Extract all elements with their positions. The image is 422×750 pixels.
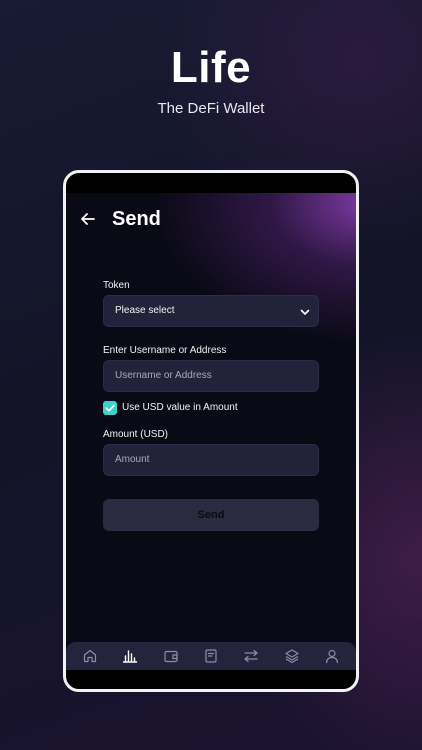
swap-icon <box>244 649 258 663</box>
token-label: Token <box>103 280 130 291</box>
brand-title: Life <box>170 43 252 92</box>
recipient-field <box>103 360 319 392</box>
page-title: Send <box>112 208 161 230</box>
user-icon <box>325 649 338 664</box>
amount-label: Amount (USD) <box>103 429 169 440</box>
tab-swap[interactable] <box>240 645 262 667</box>
checkmark-icon <box>105 404 115 412</box>
recipient-input[interactable] <box>115 370 305 381</box>
tab-profile[interactable] <box>321 645 343 667</box>
phone-frame: Send Token Please select Enter Username … <box>63 170 359 692</box>
chart-bars-icon <box>123 650 138 663</box>
arrow-left-icon <box>81 213 95 225</box>
brand-subtitle: The DeFi Wallet <box>157 100 265 117</box>
home-icon <box>84 649 97 663</box>
tab-wallet[interactable] <box>160 645 182 667</box>
back-button[interactable] <box>78 209 98 229</box>
token-select-value: Please select <box>115 305 175 316</box>
layers-icon <box>284 649 299 664</box>
wallet-icon <box>164 650 178 663</box>
recipient-label: Enter Username or Address <box>103 345 227 356</box>
header: Send <box>66 205 356 233</box>
tab-home[interactable] <box>79 645 101 667</box>
amount-input[interactable] <box>115 454 305 465</box>
document-icon <box>205 649 217 663</box>
tab-layers[interactable] <box>281 645 303 667</box>
usd-checkbox-label: Use USD value in Amount <box>122 402 238 413</box>
tab-markets[interactable] <box>119 645 141 667</box>
bottom-tab-bar <box>66 642 356 670</box>
send-button[interactable]: Send <box>103 499 319 531</box>
brand-block: Life The DeFi Wallet <box>0 43 422 118</box>
usd-checkbox[interactable] <box>103 401 117 415</box>
token-select[interactable]: Please select <box>103 295 319 327</box>
amount-field <box>103 444 319 476</box>
chevron-down-icon <box>300 309 310 315</box>
send-screen: Send Token Please select Enter Username … <box>66 193 356 670</box>
tab-documents[interactable] <box>200 645 222 667</box>
